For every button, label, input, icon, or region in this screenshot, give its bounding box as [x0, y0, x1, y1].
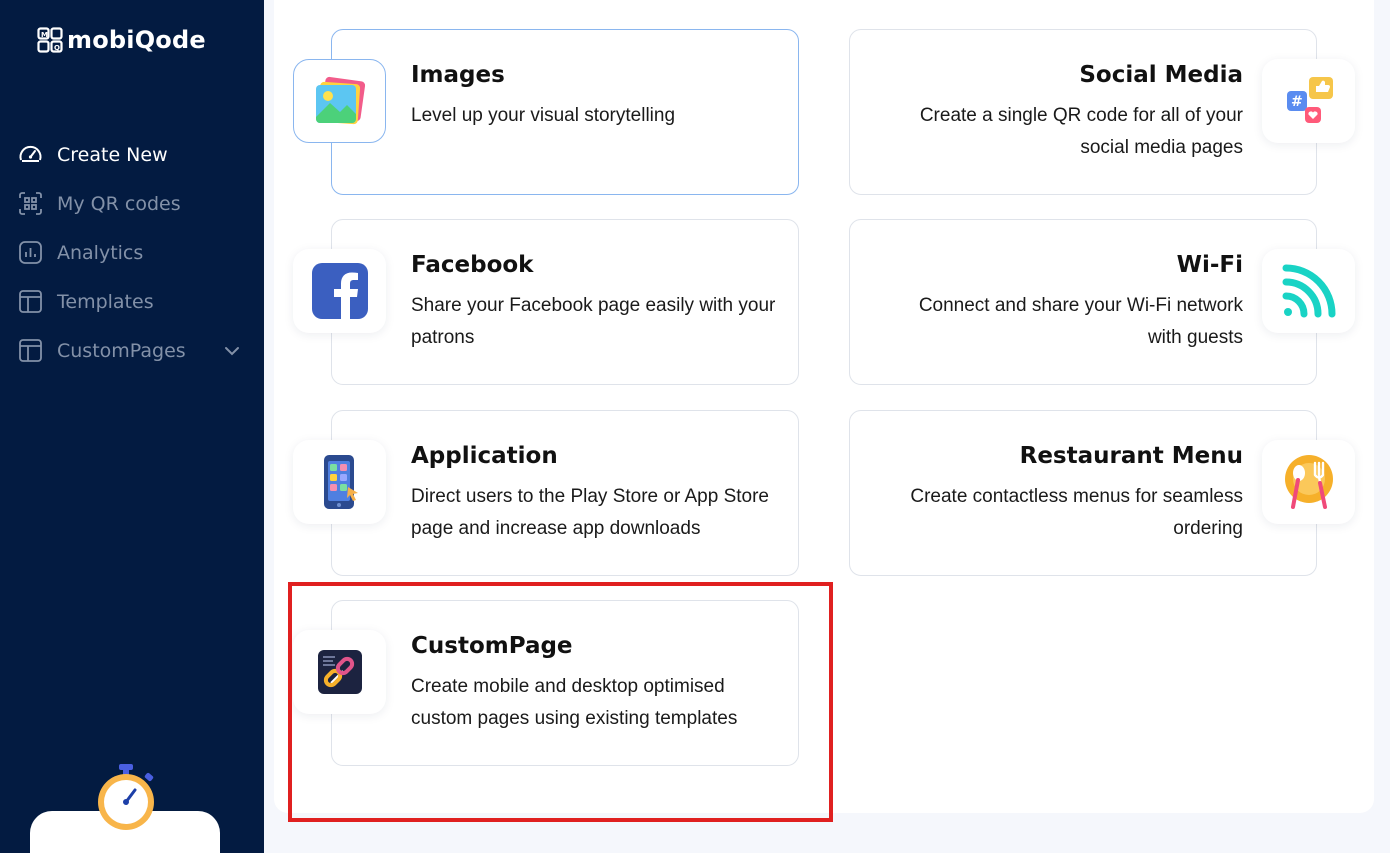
card-custompage[interactable]: CustomPage Create mobile and desktop opt… [331, 600, 799, 766]
card-title: Images [411, 62, 505, 88]
sidebar: M Q mobiQode Create New My QR codes Anal… [0, 0, 264, 853]
sidebar-nav: Create New My QR codes Analytics Templat… [18, 130, 258, 375]
stopwatch-icon [93, 764, 157, 836]
layout-template-icon [18, 289, 43, 314]
create-new-panel: Images Level up your visual storytelling… [274, 0, 1374, 813]
brand-name: mobiQode [67, 26, 206, 54]
card-application[interactable]: Application Direct users to the Play Sto… [331, 410, 799, 576]
wifi-icon [1262, 249, 1355, 333]
sidebar-item-label: Analytics [57, 241, 144, 264]
card-description: Connect and share your Wi-Fi network wit… [918, 295, 1243, 348]
sidebar-item-my-qr-codes[interactable]: My QR codes [18, 179, 258, 228]
sidebar-item-label: CustomPages [57, 339, 186, 362]
brand-logo[interactable]: M Q mobiQode [37, 26, 206, 54]
sidebar-item-label: Templates [57, 290, 154, 313]
sidebar-item-analytics[interactable]: Analytics [18, 228, 258, 277]
card-wifi[interactable]: Wi-Fi Connect and share your Wi-Fi netwo… [849, 219, 1317, 385]
card-title: Social Media [1079, 62, 1243, 88]
svg-text:M: M [41, 31, 48, 39]
card-title: Restaurant Menu [1019, 443, 1243, 469]
card-title: Wi-Fi [1176, 252, 1243, 278]
analytics-icon [18, 240, 43, 265]
card-facebook[interactable]: Facebook Share your Facebook page easily… [331, 219, 799, 385]
card-description: Share your Facebook page easily with you… [411, 295, 776, 348]
svg-text:Q: Q [54, 44, 60, 52]
card-title: Facebook [411, 252, 534, 278]
sidebar-item-label: Create New [57, 143, 168, 166]
facebook-icon [293, 249, 386, 333]
card-social-media[interactable]: Social Media Create a single QR code for… [849, 29, 1317, 195]
sidebar-item-label: My QR codes [57, 192, 181, 215]
svg-text:#: # [1291, 94, 1303, 110]
qr-logo-icon: M Q [37, 27, 63, 53]
card-description: Create a single QR code for all of your … [919, 105, 1243, 158]
card-description: Level up your visual storytelling [411, 105, 676, 126]
chevron-down-icon[interactable] [224, 346, 240, 356]
restaurant-plate-icon [1262, 440, 1355, 524]
sidebar-item-templates[interactable]: Templates [18, 277, 258, 326]
sidebar-item-custompages[interactable]: CustomPages [18, 326, 258, 375]
images-icon [293, 59, 386, 143]
card-restaurant-menu[interactable]: Restaurant Menu Create contactless menus… [849, 410, 1317, 576]
sidebar-item-create-new[interactable]: Create New [18, 130, 258, 179]
card-images[interactable]: Images Level up your visual storytelling [331, 29, 799, 195]
card-description: Create mobile and desktop optimised cust… [411, 676, 738, 729]
card-description: Create contactless menus for seamless or… [910, 486, 1243, 539]
speedometer-icon [18, 142, 43, 167]
social-media-icon: # [1262, 59, 1355, 143]
card-title: Application [411, 443, 558, 469]
qr-scan-icon [18, 191, 43, 216]
custom-page-link-icon [293, 630, 386, 714]
layout-template-icon [18, 338, 43, 363]
card-description: Direct users to the Play Store or App St… [411, 486, 770, 539]
smartphone-app-icon [293, 440, 386, 524]
card-title: CustomPage [411, 633, 573, 659]
